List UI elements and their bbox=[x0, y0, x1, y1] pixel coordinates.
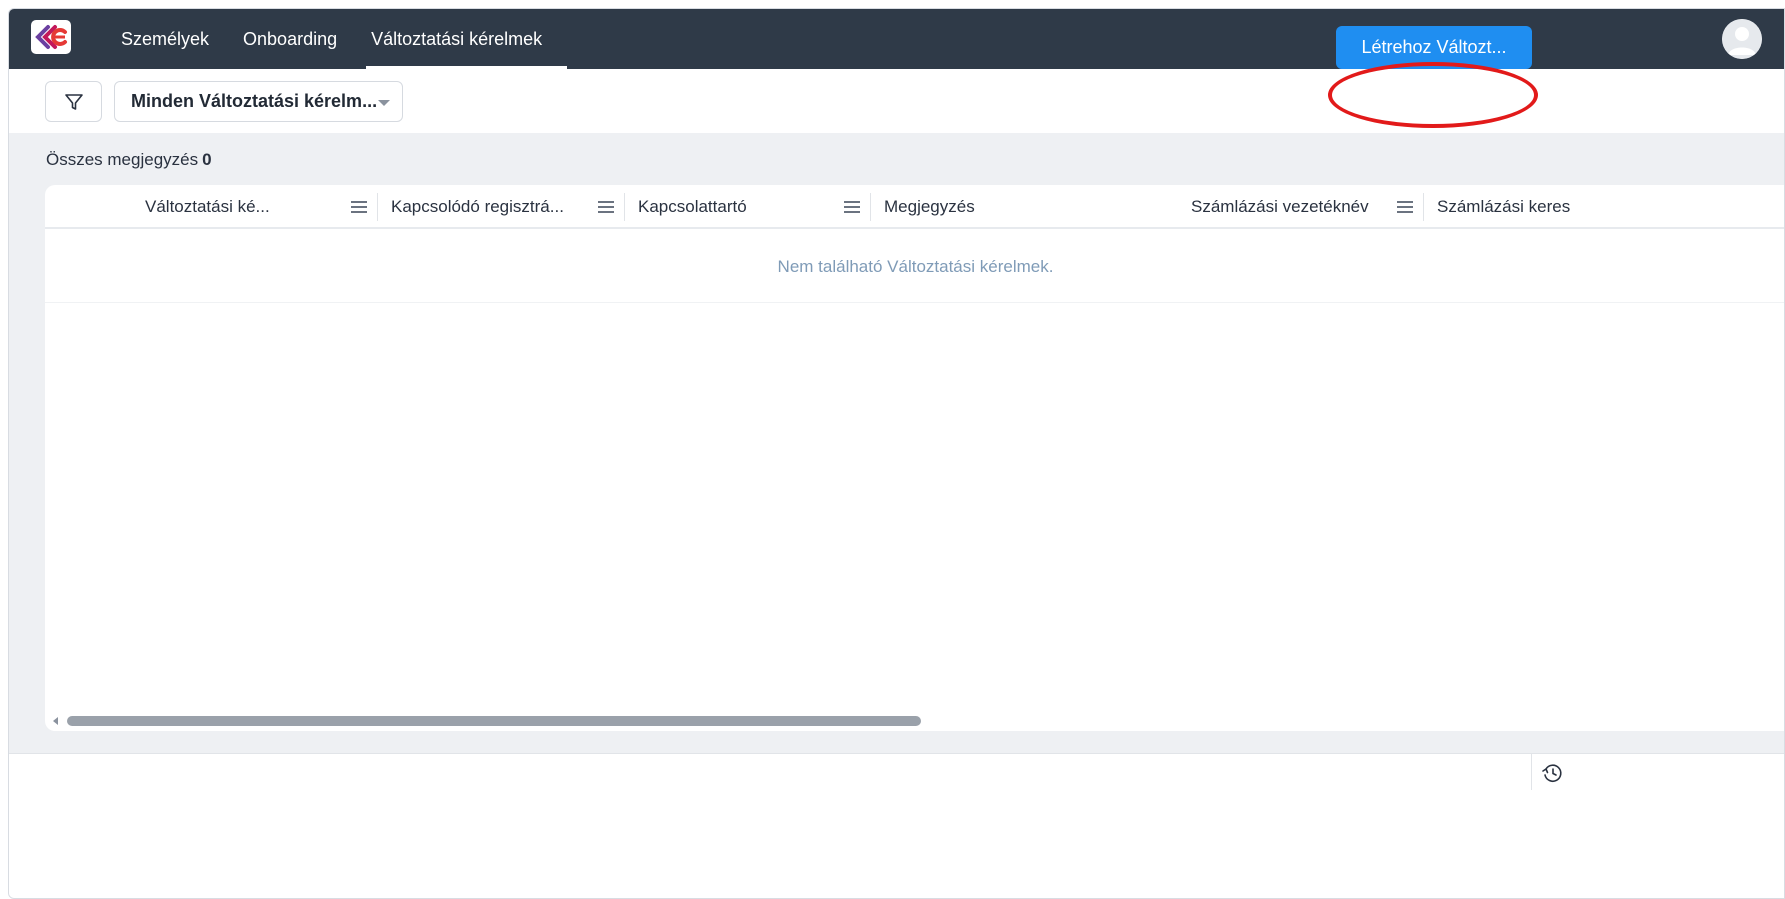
chevron-down-icon bbox=[378, 100, 390, 106]
column-header-megjegyzes[interactable]: Megjegyzés bbox=[871, 185, 1177, 229]
create-change-request-button[interactable]: Létrehoz Változt... bbox=[1336, 26, 1532, 69]
column-header-label: Változtatási ké... bbox=[145, 197, 270, 216]
list-toolbar: Minden Változtatási kérelm... bbox=[9, 69, 1784, 133]
nav-item-onboarding[interactable]: Onboarding bbox=[226, 9, 354, 69]
column-header-szamlazasi-vezeteknev[interactable]: Számlázási vezetéknév bbox=[1177, 185, 1423, 229]
nav-item-szemelyek[interactable]: Személyek bbox=[104, 9, 226, 69]
main-nav: Személyek Onboarding Változtatási kérelm… bbox=[104, 9, 568, 69]
summary-count: 0 bbox=[202, 150, 212, 169]
filter-icon bbox=[64, 93, 83, 110]
history-icon bbox=[1541, 763, 1562, 782]
column-header-label: Számlázási vezetéknév bbox=[1191, 197, 1369, 216]
nav-item-valtoztatasi-kerelmek[interactable]: Változtatási kérelmek bbox=[354, 9, 568, 69]
column-header-label: Kapcsolódó regisztrá... bbox=[391, 197, 564, 216]
table-header: Változtatási ké... Kapcsolódó regisztrá.… bbox=[45, 185, 1784, 229]
column-header-szamlazasi-keresztnev[interactable]: Számlázási keres bbox=[1424, 185, 1584, 229]
column-menu-icon[interactable] bbox=[844, 200, 860, 214]
scroll-left-arrow-icon[interactable] bbox=[53, 717, 58, 725]
view-select-value: Minden Változtatási kérelm... bbox=[131, 91, 378, 111]
column-header-kapcsolattarto[interactable]: Kapcsolattartó bbox=[625, 185, 870, 229]
user-avatar-icon bbox=[1722, 19, 1762, 59]
column-header-label: Számlázási keres bbox=[1437, 197, 1571, 216]
empty-state-row: Nem található Változtatási kérelmek. bbox=[45, 231, 1784, 303]
filter-button[interactable] bbox=[45, 81, 102, 122]
nav-item-label: Onboarding bbox=[243, 28, 338, 49]
column-menu-icon[interactable] bbox=[598, 200, 614, 214]
column-menu-icon[interactable] bbox=[1397, 200, 1413, 214]
column-header-label: Megjegyzés bbox=[884, 197, 975, 216]
horizontal-scrollbar[interactable] bbox=[45, 711, 1784, 731]
history-button[interactable] bbox=[1531, 754, 1571, 791]
scrollbar-thumb[interactable] bbox=[67, 716, 921, 726]
nav-item-label: Személyek bbox=[121, 28, 210, 49]
view-select-dropdown[interactable]: Minden Változtatási kérelm... bbox=[114, 81, 403, 122]
column-header-valtoztatasi[interactable]: Változtatási ké... bbox=[45, 185, 377, 229]
user-avatar[interactable] bbox=[1722, 19, 1762, 59]
empty-state-message: Nem található Változtatási kérelmek. bbox=[777, 256, 1054, 276]
brand-logo-icon[interactable] bbox=[31, 20, 71, 54]
column-header-kapcsolodo[interactable]: Kapcsolódó regisztrá... bbox=[378, 185, 624, 229]
app-frame: Személyek Onboarding Változtatási kérelm… bbox=[8, 8, 1785, 899]
nav-item-label: Változtatási kérelmek bbox=[371, 28, 543, 49]
column-header-label: Kapcsolattartó bbox=[638, 197, 747, 216]
record-summary: Összes megjegyzés 0 bbox=[46, 150, 212, 170]
footer-bar bbox=[9, 753, 1784, 791]
page-background bbox=[9, 790, 1784, 898]
create-button-label: Létrehoz Változt... bbox=[1361, 37, 1507, 57]
records-table: Változtatási ké... Kapcsolódó regisztrá.… bbox=[45, 185, 1784, 731]
summary-label: Összes megjegyzés bbox=[46, 150, 199, 169]
column-menu-icon[interactable] bbox=[351, 200, 367, 214]
